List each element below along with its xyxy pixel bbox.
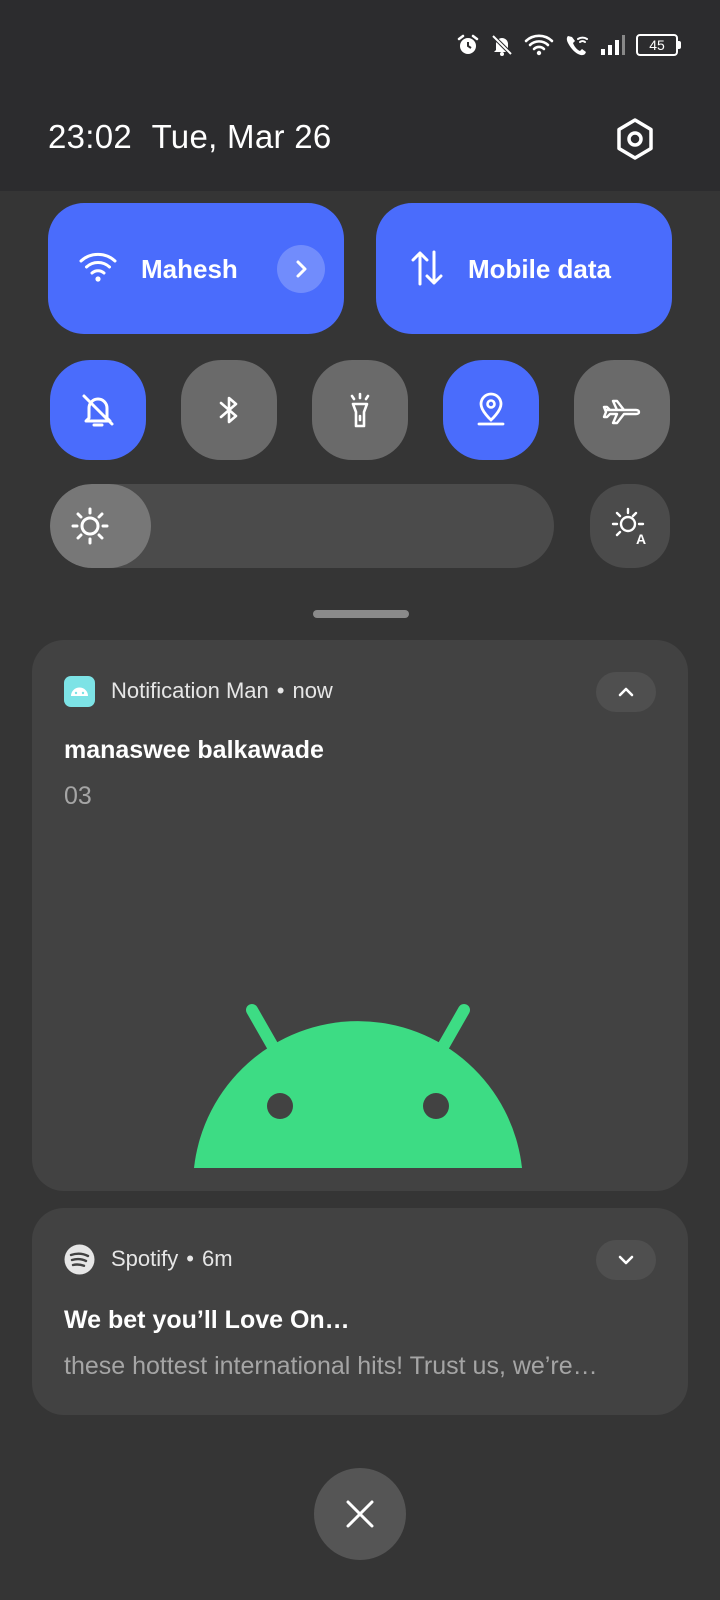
flashlight-toggle[interactable] (312, 360, 408, 460)
android-app-icon (64, 675, 95, 707)
notification-app-name: Spotify (111, 1246, 179, 1271)
svg-text:A: A (636, 531, 646, 547)
wifi-calling-icon (566, 36, 588, 56)
flashlight-icon (350, 392, 370, 428)
notification-text: 03 (64, 782, 92, 810)
notification-app-name: Notification Man (111, 678, 269, 703)
notification-card-spotify[interactable]: Spotify • 6m We bet you’ll Love On… thes… (32, 1208, 688, 1415)
chevron-up-icon (618, 687, 634, 697)
alarm-icon (457, 34, 479, 54)
airplane-icon (602, 399, 641, 425)
notification-title: manaswee balkawade (64, 736, 324, 764)
android-robot-image (194, 1004, 522, 1168)
wifi-network-name: Mahesh (141, 254, 238, 284)
collapse-button[interactable] (596, 672, 656, 712)
clock-date[interactable]: 23:02 Tue, Mar 26 (48, 118, 332, 156)
notification-header: Notification Man • now (64, 674, 333, 708)
mobile-data-tile[interactable]: Mobile data (376, 203, 672, 334)
notification-title: We bet you’ll Love On… (64, 1306, 350, 1334)
date: Tue, Mar 26 (151, 118, 332, 155)
clear-all-button[interactable] (314, 1468, 406, 1560)
bluetooth-icon (219, 396, 238, 424)
chevron-right-icon (296, 260, 307, 278)
brightness-slider[interactable] (50, 484, 554, 568)
wifi-details-button[interactable] (277, 245, 325, 293)
notification-time: now (292, 678, 333, 703)
separator-dot: • (186, 1246, 194, 1271)
settings-gear-icon[interactable] (612, 116, 658, 162)
notification-card-notification-man[interactable]: Notification Man • now manaswee balkawad… (32, 640, 688, 1191)
separator-dot: • (276, 678, 285, 703)
chevron-down-icon (618, 1255, 634, 1265)
battery-icon: 45 (636, 34, 681, 56)
muted-bell-icon (491, 34, 513, 56)
auto-brightness-icon: A (611, 507, 646, 547)
notification-time: 6m (201, 1246, 233, 1271)
notification-text: these hottest international hits! Trust … (64, 1352, 598, 1380)
clock-time: 23:02 (48, 118, 133, 155)
auto-brightness-button[interactable]: A (590, 484, 670, 568)
expand-button[interactable] (596, 1240, 656, 1280)
airplane-mode-toggle[interactable] (574, 360, 670, 460)
mobile-data-arrows-icon (411, 250, 443, 286)
status-header-panel (0, 0, 720, 191)
signal-icon (601, 35, 625, 55)
notification-header: Spotify • 6m (64, 1242, 233, 1276)
wifi-icon (79, 252, 117, 282)
muted-bell-icon (82, 394, 114, 427)
wifi-icon (524, 34, 554, 56)
bluetooth-toggle[interactable] (181, 360, 277, 460)
location-icon (477, 392, 505, 426)
close-icon (346, 1500, 374, 1528)
panel-drag-handle[interactable] (313, 610, 409, 618)
location-toggle[interactable] (443, 360, 539, 460)
spotify-icon (64, 1244, 95, 1274)
brightness-sun-icon (71, 507, 109, 545)
status-bar: 45 (456, 30, 681, 60)
silent-mode-toggle[interactable] (50, 360, 146, 460)
wifi-tile[interactable]: Mahesh (48, 203, 344, 334)
mobile-data-label: Mobile data (468, 254, 612, 284)
